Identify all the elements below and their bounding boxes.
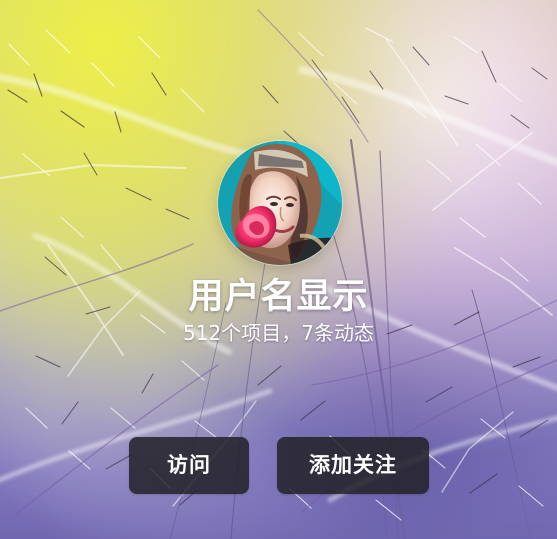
profile-overlay: 用户名显示 512个项目，7条动态 访问 添加关注 [0,0,557,539]
username: 用户名显示 [188,277,369,317]
profile-header-screen: 用户名显示 512个项目，7条动态 访问 添加关注 [0,0,557,539]
user-avatar-photo-icon [218,141,342,265]
avatar[interactable] [218,141,342,265]
profile-stats: 512个项目，7条动态 [183,321,374,345]
visit-button[interactable]: 访问 [129,437,249,494]
add-follow-button[interactable]: 添加关注 [277,437,429,494]
